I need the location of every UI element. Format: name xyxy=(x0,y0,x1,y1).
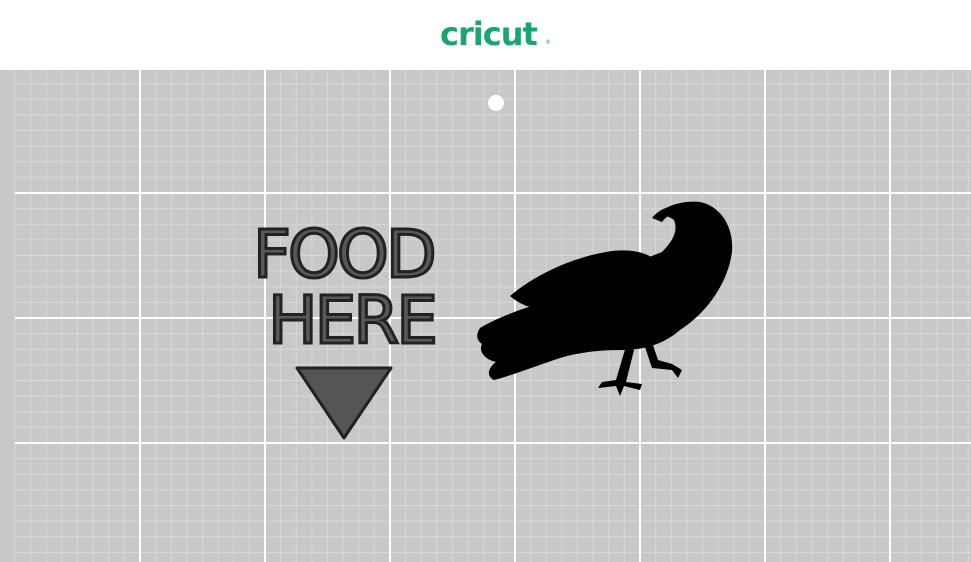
design-text-here[interactable]: HERE xyxy=(267,286,440,355)
mat-origin-marker xyxy=(488,95,504,111)
app-header: cricut ® xyxy=(0,0,971,70)
raven-silhouette-icon[interactable] xyxy=(476,200,738,410)
down-triangle-icon[interactable] xyxy=(295,366,393,442)
cricut-logo: cricut xyxy=(440,15,538,53)
design-text-food[interactable]: FOOD xyxy=(252,220,439,289)
registered-mark: ® xyxy=(545,39,551,46)
cutting-mat[interactable]: FOOD HERE xyxy=(0,70,971,562)
